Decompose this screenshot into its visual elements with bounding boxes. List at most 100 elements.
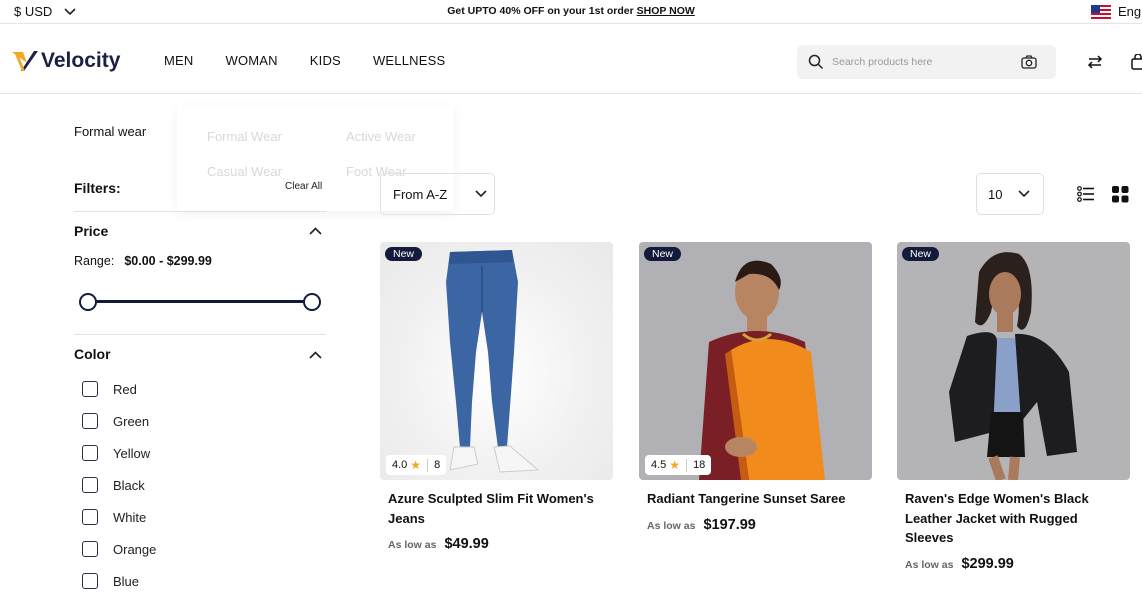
price-row: As low as $197.99 <box>639 517 872 533</box>
rating-badge: 4.5 ★ 18 <box>645 455 712 475</box>
search-bar <box>797 45 1056 79</box>
color-label: Black <box>113 477 145 493</box>
checkbox[interactable] <box>82 509 98 525</box>
color-option-green[interactable]: Green <box>82 413 149 429</box>
review-count: 18 <box>693 459 706 471</box>
divider <box>686 458 688 472</box>
color-option-yellow[interactable]: Yellow <box>82 445 150 461</box>
divider <box>427 458 429 472</box>
top-bar: $ USD Get UPTO 40% OFF on your 1st order… <box>0 0 1142 24</box>
nav-men[interactable]: MEN <box>164 53 194 68</box>
nav-kids[interactable]: KIDS <box>310 53 341 68</box>
divider <box>74 334 326 335</box>
price-slider-min-handle[interactable] <box>79 293 97 311</box>
promo-banner: Get UPTO 40% OFF on your 1st order SHOP … <box>0 5 1142 17</box>
color-label: Yellow <box>113 445 151 461</box>
color-label: White <box>113 509 147 525</box>
per-page-dropdown[interactable]: 10 <box>976 173 1044 215</box>
checkbox[interactable] <box>82 445 98 461</box>
review-count: 8 <box>434 459 441 471</box>
price-slider-track[interactable] <box>86 300 312 303</box>
color-label: Blue <box>113 573 140 589</box>
chevron-up-icon[interactable] <box>309 227 322 235</box>
price-label: As low as <box>647 519 696 532</box>
color-option-white[interactable]: White <box>82 509 146 525</box>
product-price: $299.99 <box>961 555 1014 572</box>
product-card[interactable]: New 4.0 ★ 8 Azure Sculpted Slim Fit Wome… <box>380 242 613 552</box>
chevron-down-icon <box>475 190 487 198</box>
us-flag-icon <box>1091 4 1111 19</box>
saree-illustration <box>699 260 825 480</box>
checkbox[interactable] <box>82 477 98 493</box>
camera-icon[interactable] <box>1021 55 1037 69</box>
rating-badge: 4.0 ★ 8 <box>386 455 447 475</box>
color-label: Red <box>113 381 137 397</box>
dropdown-item-casual-wear[interactable]: Casual Wear <box>207 164 282 179</box>
color-option-black[interactable]: Black <box>82 477 145 493</box>
star-icon: ★ <box>410 458 422 472</box>
nav-wellness[interactable]: WELLNESS <box>373 53 445 68</box>
clear-all-button[interactable]: Clear All <box>285 181 322 192</box>
logo-text: Velocity <box>41 49 121 72</box>
product-image[interactable]: New 4.5 ★ 18 <box>639 242 872 480</box>
price-range: Range: $0.00 - $299.99 <box>74 254 212 268</box>
product-title[interactable]: Azure Sculpted Slim Fit Women's Jeans <box>380 489 605 528</box>
color-label: Green <box>113 413 150 429</box>
logo-mark-icon <box>12 51 38 71</box>
price-section-title[interactable]: Price <box>74 223 108 239</box>
divider <box>74 211 326 212</box>
chevron-up-icon[interactable] <box>309 351 322 359</box>
list-view-icon[interactable] <box>1077 186 1095 202</box>
search-icon[interactable] <box>808 54 824 70</box>
compare-icon[interactable] <box>1087 54 1103 70</box>
color-section-title[interactable]: Color <box>74 346 111 362</box>
sort-value: From A-Z <box>393 186 448 202</box>
sort-dropdown[interactable]: From A-Z <box>380 173 495 215</box>
product-price: $197.99 <box>703 516 756 533</box>
product-image[interactable]: New <box>897 242 1130 480</box>
main-header: Velocity MEN WOMAN KIDS WELLNESS <box>0 25 1142 94</box>
nav-woman[interactable]: WOMAN <box>226 53 278 68</box>
breadcrumb: Formal wear <box>74 124 147 139</box>
cart-icon[interactable] <box>1131 54 1142 70</box>
new-badge: New <box>644 247 682 261</box>
jeans-illustration <box>446 250 540 473</box>
color-label: Orange <box>113 541 157 557</box>
product-card[interactable]: New Raven's Edge Women's Black Leather J… <box>897 242 1130 572</box>
main-nav: MEN WOMAN KIDS WELLNESS <box>164 53 445 68</box>
price-slider-max-handle[interactable] <box>303 293 321 311</box>
price-range-label: Range: <box>74 254 115 268</box>
shop-now-link[interactable]: SHOP NOW <box>637 5 695 17</box>
rating-value: 4.5 <box>651 459 667 471</box>
star-icon: ★ <box>669 458 681 472</box>
search-input[interactable] <box>832 51 1012 73</box>
product-image[interactable]: New 4.0 ★ 8 <box>380 242 613 480</box>
color-option-blue[interactable]: Blue <box>82 573 139 589</box>
product-title[interactable]: Raven's Edge Women's Black Leather Jacke… <box>897 489 1122 548</box>
logo[interactable]: Velocity <box>12 49 120 73</box>
language-selector[interactable]: Eng <box>1091 4 1141 19</box>
price-row: As low as $299.99 <box>897 556 1130 572</box>
color-option-red[interactable]: Red <box>82 381 137 397</box>
price-label: As low as <box>905 558 954 571</box>
dropdown-item-active-wear[interactable]: Active Wear <box>346 129 416 144</box>
dropdown-item-formal-wear[interactable]: Formal Wear <box>207 129 282 144</box>
price-row: As low as $49.99 <box>380 536 613 552</box>
language-label: Eng <box>1118 4 1142 19</box>
price-range-value: $0.00 - $299.99 <box>124 254 212 268</box>
price-label: As low as <box>388 539 437 551</box>
per-page-value: 10 <box>988 186 1003 202</box>
checkbox[interactable] <box>82 381 98 397</box>
checkbox[interactable] <box>82 413 98 429</box>
color-option-orange[interactable]: Orange <box>82 541 156 557</box>
product-title[interactable]: Radiant Tangerine Sunset Saree <box>639 489 864 509</box>
new-badge: New <box>902 247 940 261</box>
rating-value: 4.0 <box>392 459 408 471</box>
checkbox[interactable] <box>82 541 98 557</box>
new-badge: New <box>385 247 423 261</box>
chevron-down-icon <box>1018 190 1031 198</box>
grid-view-icon[interactable] <box>1112 186 1129 203</box>
promo-text: Get UPTO 40% OFF on your 1st order <box>447 5 634 17</box>
product-card[interactable]: New 4.5 ★ 18 Radiant Tangerine Sunset Sa… <box>639 242 872 533</box>
checkbox[interactable] <box>82 573 98 589</box>
